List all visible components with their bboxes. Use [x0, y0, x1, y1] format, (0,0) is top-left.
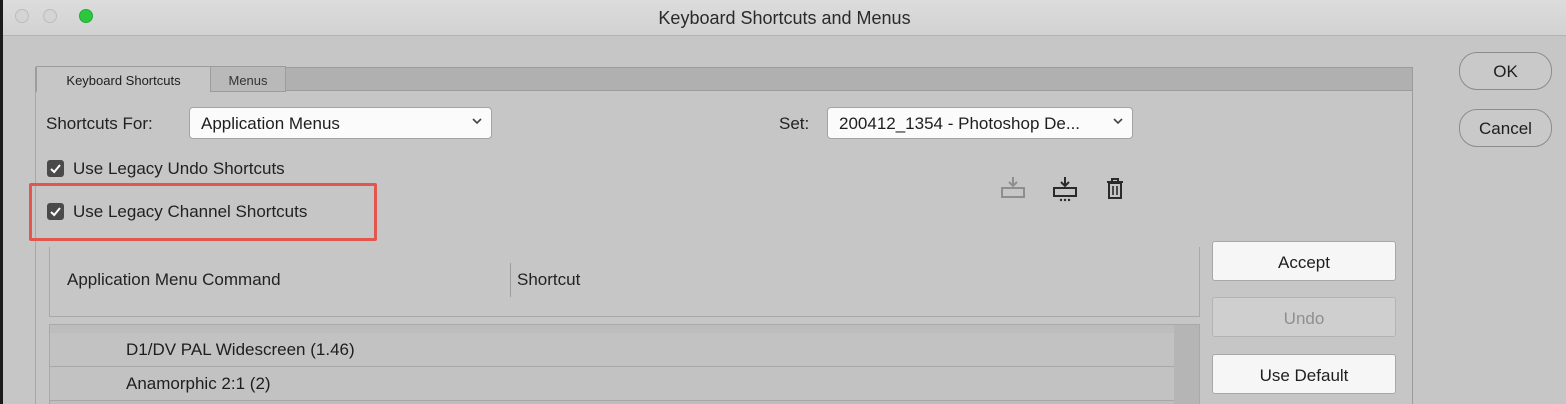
panel-border: [35, 91, 36, 404]
list-item-label: D1/DV PAL Widescreen (1.46): [126, 340, 355, 359]
panel-border: [1412, 91, 1413, 404]
save-set-as-icon[interactable]: [1051, 175, 1079, 203]
list-scrollbar[interactable]: [1174, 325, 1199, 404]
set-select[interactable]: 200412_1354 - Photoshop De...: [827, 107, 1133, 139]
title-bar: Keyboard Shortcuts and Menus: [3, 0, 1566, 36]
shortcuts-for-value: Application Menus: [201, 114, 340, 133]
undo-button[interactable]: Undo: [1212, 297, 1396, 337]
delete-set-icon[interactable]: [1101, 175, 1129, 203]
column-divider[interactable]: [510, 263, 511, 297]
column-header-shortcut[interactable]: Shortcut: [517, 270, 580, 290]
set-label: Set:: [779, 114, 810, 133]
ok-button[interactable]: OK: [1459, 52, 1552, 90]
use-default-button[interactable]: Use Default: [1212, 354, 1396, 394]
shortcuts-for-label: Shortcuts For:: [46, 114, 153, 133]
tab-menus[interactable]: Menus: [211, 66, 286, 92]
legacy-undo-label: Use Legacy Undo Shortcuts: [73, 159, 285, 178]
accept-button[interactable]: Accept: [1212, 241, 1396, 281]
chevron-down-icon: [1113, 118, 1123, 125]
highlight-annotation: [29, 183, 377, 241]
checkmark-icon: [50, 164, 61, 174]
chevron-down-icon: [472, 118, 482, 125]
cancel-button[interactable]: Cancel: [1459, 109, 1552, 147]
set-value: 200412_1354 - Photoshop De...: [839, 114, 1081, 133]
save-set-icon[interactable]: [999, 175, 1027, 203]
list-item[interactable]: Anamorphic 2:1 (2): [50, 367, 1174, 401]
dialog-window: Keyboard Shortcuts and Menus Keyboard Sh…: [3, 0, 1566, 404]
list-item-label: Anamorphic 2:1 (2): [126, 374, 271, 393]
tab-keyboard-shortcuts[interactable]: Keyboard Shortcuts: [36, 66, 211, 92]
shortcuts-for-select[interactable]: Application Menus: [189, 107, 492, 139]
list-item[interactable]: D1/DV PAL Widescreen (1.46): [50, 333, 1174, 367]
window-title: Keyboard Shortcuts and Menus: [658, 8, 911, 28]
column-header-command[interactable]: Application Menu Command: [67, 270, 281, 290]
legacy-undo-checkbox[interactable]: [47, 160, 64, 177]
